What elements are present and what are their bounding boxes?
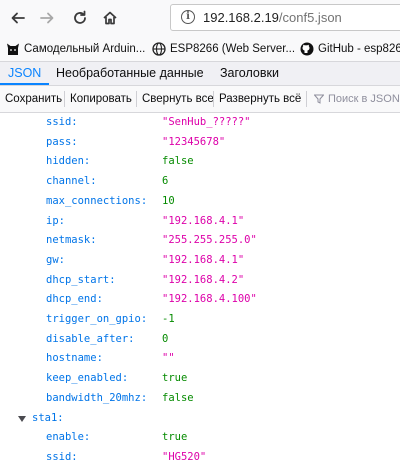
json-key: dhcp_end:	[46, 293, 103, 306]
json-viewer-tabs: JSON Необработанные данные Заголовки	[0, 62, 400, 86]
json-row[interactable]: dhcp_start: "192.168.4.2"	[0, 271, 400, 291]
bookmark-label: Самодельный Arduin...	[24, 43, 146, 55]
json-row[interactable]: netmask: "255.255.255.0"	[0, 231, 400, 251]
json-value: false	[162, 155, 194, 168]
json-row[interactable]: hostname: ""	[0, 349, 400, 369]
github-cat-icon	[6, 42, 20, 56]
json-value: "192.168.4.1"	[162, 214, 245, 227]
forward-button[interactable]	[37, 8, 57, 28]
copy-button[interactable]: Копировать	[67, 89, 135, 109]
filter-icon	[314, 94, 324, 104]
json-value: false	[162, 391, 194, 404]
json-key: enable:	[46, 431, 91, 444]
json-key: ssid:	[46, 116, 78, 128]
json-value: "HG520"	[162, 450, 207, 463]
bookmark-label: GitHub - esp8266	[318, 43, 400, 55]
filter-placeholder: Поиск в JSON	[328, 93, 400, 105]
json-value: "192.168.4.2"	[162, 273, 245, 286]
bookmark-item-2[interactable]: ESP8266 (Web Server...	[152, 40, 295, 58]
reload-button[interactable]	[70, 8, 90, 28]
json-value: true	[162, 372, 188, 385]
bookmark-label: ESP8266 (Web Server...	[170, 43, 296, 55]
json-key: hidden:	[46, 155, 91, 168]
globe-icon	[152, 42, 166, 56]
json-toolbar: Сохранить Копировать Свернуть все Развер…	[0, 86, 400, 113]
json-key: trigger_on_gpio:	[46, 313, 148, 325]
json-row[interactable]: hidden: false	[0, 152, 400, 172]
url-bar[interactable]: i 192.168.2.19/conf5.json	[170, 4, 400, 31]
json-key: hostname:	[46, 352, 103, 365]
json-key: max_connections:	[46, 194, 148, 207]
json-key: bandwidth_20mhz:	[46, 391, 148, 404]
filter-json-input[interactable]: Поиск в JSON	[314, 90, 400, 108]
bookmarks-bar: Самодельный Arduin... ESP8266 (Web Serve…	[0, 36, 400, 62]
toolbar-divider	[213, 91, 214, 107]
json-row[interactable]: ssid: "HG520"	[0, 448, 400, 468]
url-host: 192.168.2.19	[203, 10, 279, 25]
json-row[interactable]: pass: "12345678"	[0, 133, 400, 153]
json-key: dhcp_start:	[46, 273, 116, 286]
url-path: /conf5.json	[278, 10, 342, 25]
json-row[interactable]: max_connections: 10	[0, 192, 400, 212]
json-object-row[interactable]: sta1:	[0, 409, 400, 429]
json-row[interactable]: ip: "192.168.4.1"	[0, 212, 400, 232]
json-row[interactable]: trigger_on_gpio: -1	[0, 310, 400, 330]
tab-headers[interactable]: Заголовки	[212, 62, 287, 85]
json-row[interactable]: ssid: "SenHub_?????"	[0, 113, 400, 133]
json-value: ""	[162, 352, 175, 365]
github-icon	[300, 42, 314, 56]
json-key: ip:	[46, 214, 65, 227]
json-value: true	[162, 431, 188, 444]
json-row[interactable]: bandwidth_20mhz: false	[0, 389, 400, 409]
json-value: "255.255.255.0"	[162, 234, 257, 247]
reload-icon	[74, 10, 86, 24]
json-row[interactable]: channel: 6	[0, 172, 400, 192]
back-arrow-icon	[11, 12, 25, 24]
json-value: 0	[162, 332, 169, 345]
home-icon	[103, 11, 117, 25]
json-value: "SenHub_?????"	[162, 116, 251, 128]
tab-raw-data[interactable]: Необработанные данные	[48, 62, 212, 85]
json-key: netmask:	[46, 234, 97, 247]
json-value: "192.168.4.1"	[162, 253, 245, 266]
tab-json[interactable]: JSON	[0, 62, 50, 85]
json-value: -1	[162, 313, 175, 325]
json-key: channel:	[46, 175, 97, 188]
json-row[interactable]: gw: "192.168.4.1"	[0, 251, 400, 271]
json-row[interactable]: disable_after: 0	[0, 330, 400, 350]
json-row[interactable]: enable: true	[0, 428, 400, 448]
expand-twisty-icon[interactable]	[18, 415, 26, 422]
site-info-icon[interactable]: i	[181, 10, 195, 24]
json-key: gw:	[46, 253, 65, 266]
toolbar-divider	[306, 91, 307, 107]
json-key: ssid:	[46, 450, 78, 463]
url-text[interactable]: 192.168.2.19/conf5.json	[203, 10, 342, 25]
json-key: keep_enabled:	[46, 372, 129, 385]
json-row[interactable]: dhcp_end: "192.168.4.100"	[0, 290, 400, 310]
toolbar-divider	[136, 91, 137, 107]
toolbar-divider	[64, 91, 65, 107]
json-value: 10	[162, 194, 175, 207]
bookmark-item-1[interactable]: Самодельный Arduin...	[6, 40, 145, 58]
expand-all-button[interactable]: Развернуть всё	[216, 89, 304, 109]
json-key: pass:	[46, 135, 78, 148]
json-row[interactable]: keep_enabled: true	[0, 369, 400, 389]
browser-navbar: i 192.168.2.19/conf5.json	[0, 0, 400, 36]
back-button[interactable]	[8, 8, 28, 28]
json-value: "12345678"	[162, 135, 226, 148]
forward-arrow-icon	[40, 12, 54, 24]
collapse-all-button[interactable]: Свернуть все	[139, 89, 217, 109]
json-key: disable_after:	[46, 332, 135, 345]
json-value: 6	[162, 175, 169, 188]
bookmark-item-3[interactable]: GitHub - esp8266	[300, 40, 400, 58]
home-button[interactable]	[100, 8, 120, 28]
json-key: sta1:	[32, 411, 64, 424]
save-button[interactable]: Сохранить	[2, 89, 65, 109]
json-value: "192.168.4.100"	[162, 293, 257, 306]
